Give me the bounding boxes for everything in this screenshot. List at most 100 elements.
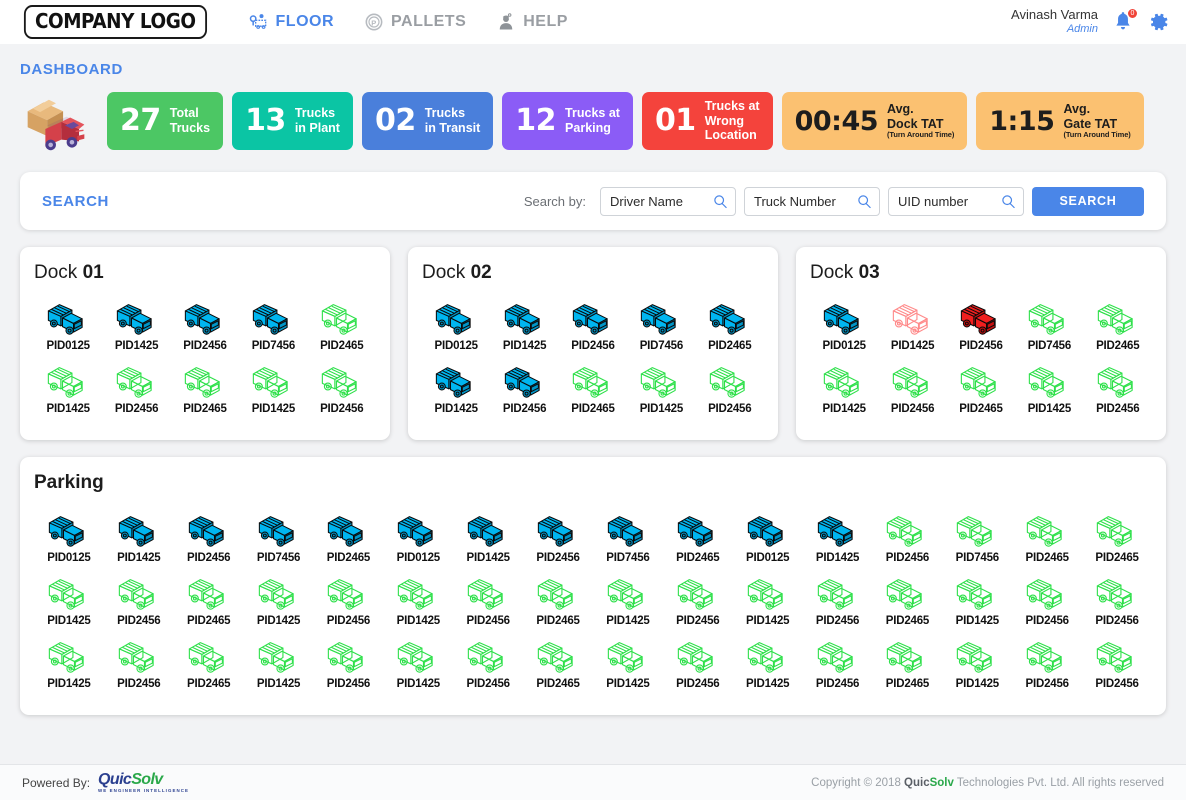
truck-cell[interactable]: PID1425 — [878, 298, 946, 352]
nav-item-help[interactable]: HELP — [496, 12, 568, 32]
truck-cell[interactable]: PID0125 — [810, 298, 878, 352]
company-logo[interactable]: COMPANY LOGO — [23, 5, 207, 39]
truck-cell[interactable]: PID2456 — [803, 636, 873, 690]
truck-cell[interactable]: PID7456 — [1015, 298, 1083, 352]
truck-cell[interactable]: PID2456 — [1012, 636, 1082, 690]
truck-cell[interactable]: PID0125 — [733, 510, 803, 564]
truck-cell[interactable]: PID7456 — [239, 298, 307, 352]
truck-cell[interactable]: PID1425 — [1015, 361, 1083, 415]
truck-cell[interactable]: PID2456 — [696, 361, 764, 415]
truck-cell[interactable]: PID2465 — [873, 636, 943, 690]
truck-cell[interactable]: PID2465 — [174, 573, 244, 627]
truck-cell[interactable]: PID1425 — [593, 573, 663, 627]
truck-cell[interactable]: PID1425 — [244, 636, 314, 690]
truck-cell[interactable]: PID2456 — [663, 573, 733, 627]
truck-cell[interactable]: PID2456 — [453, 636, 523, 690]
truck-cell[interactable]: PID2456 — [947, 298, 1015, 352]
truck-cell[interactable]: PID7456 — [627, 298, 695, 352]
truck-cell[interactable]: PID2465 — [559, 361, 627, 415]
truck-cell[interactable]: PID2456 — [174, 510, 244, 564]
truck-cell[interactable]: PID2465 — [171, 361, 239, 415]
truck-cell[interactable]: PID1425 — [34, 361, 102, 415]
truck-cell[interactable]: PID0125 — [422, 298, 490, 352]
truck-cell[interactable]: PID1425 — [942, 573, 1012, 627]
truck-cell[interactable]: PID2465 — [174, 636, 244, 690]
truck-cell[interactable]: PID0125 — [34, 510, 104, 564]
kpi-total-trucks[interactable]: 27 Total Trucks — [107, 92, 224, 150]
truck-cell[interactable]: PID1425 — [627, 361, 695, 415]
notifications-button[interactable]: 0 — [1112, 7, 1138, 33]
truck-cell[interactable]: PID2456 — [490, 361, 558, 415]
truck-cell[interactable]: PID1425 — [383, 573, 453, 627]
truck-cell[interactable]: PID1425 — [733, 573, 803, 627]
truck-cell[interactable]: PID2465 — [663, 510, 733, 564]
truck-cell[interactable]: PID2465 — [523, 573, 593, 627]
kpi-trucks-in-plant[interactable]: 13 Trucks in Plant — [232, 92, 353, 150]
truck-cell[interactable]: PID2456 — [314, 636, 384, 690]
truck-cell[interactable]: PID7456 — [593, 510, 663, 564]
truck-cell[interactable]: PID2456 — [873, 510, 943, 564]
truck-cell[interactable]: PID2456 — [171, 298, 239, 352]
truck-cell[interactable]: PID1425 — [244, 573, 314, 627]
truck-cell[interactable]: PID2465 — [308, 298, 376, 352]
truck-cell[interactable]: PID1425 — [490, 298, 558, 352]
truck-cell[interactable]: PID2456 — [1082, 636, 1152, 690]
search-submit-button[interactable]: SEARCH — [1032, 186, 1144, 216]
truck-cell[interactable]: PID1425 — [34, 636, 104, 690]
truck-cell[interactable]: PID2456 — [663, 636, 733, 690]
truck-cell[interactable]: PID1425 — [810, 361, 878, 415]
kpi-trucks-wrong-location[interactable]: 01 Trucks at Wrong Location — [641, 92, 773, 150]
truck-cell[interactable]: PID7456 — [942, 510, 1012, 564]
truck-cell[interactable]: PID1425 — [34, 573, 104, 627]
truck-cell[interactable]: PID1425 — [942, 636, 1012, 690]
truck-cell[interactable]: PID2456 — [314, 573, 384, 627]
uid-number-field[interactable] — [888, 186, 1024, 216]
truck-cell[interactable]: PID2465 — [1082, 510, 1152, 564]
nav-item-pallets[interactable]: P PALLETS — [364, 12, 466, 32]
truck-cell[interactable]: PID1425 — [239, 361, 307, 415]
truck-cell[interactable]: PID1425 — [593, 636, 663, 690]
truck-cell[interactable]: PID2456 — [102, 361, 170, 415]
truck-cell[interactable]: PID2456 — [1082, 573, 1152, 627]
truck-cell[interactable]: PID2456 — [104, 636, 174, 690]
truck-cell[interactable]: PID2456 — [878, 361, 946, 415]
truck-cell[interactable]: PID2456 — [803, 573, 873, 627]
kpi-avg-dock-tat[interactable]: 00:45 Avg. Dock TAT (Turn Around Time) — [781, 92, 968, 150]
driver-name-field[interactable] — [600, 186, 736, 216]
truck-cell[interactable]: PID2456 — [104, 573, 174, 627]
truck-number-field[interactable] — [744, 186, 880, 216]
truck-cell[interactable]: PID2465 — [1084, 298, 1152, 352]
truck-cell[interactable]: PID1425 — [453, 510, 523, 564]
truck-pid-label: PID2456 — [708, 403, 752, 415]
user-info[interactable]: Avinash Varma Admin — [1011, 7, 1098, 36]
kpi-avg-gate-tat[interactable]: 1:15 Avg. Gate TAT (Turn Around Time) — [976, 92, 1144, 150]
truck-cell[interactable]: PID2465 — [523, 636, 593, 690]
truck-cell[interactable]: PID2465 — [696, 298, 764, 352]
truck-cell[interactable]: PID2456 — [1084, 361, 1152, 415]
truck-cell[interactable]: PID2456 — [1012, 573, 1082, 627]
truck-cell[interactable]: PID0125 — [34, 298, 102, 352]
truck-cell[interactable]: PID7456 — [244, 510, 314, 564]
truck-pid-label: PID0125 — [746, 552, 790, 564]
truck-cell[interactable]: PID2456 — [559, 298, 627, 352]
settings-button[interactable] — [1148, 11, 1170, 33]
truck-cell[interactable]: PID1425 — [422, 361, 490, 415]
truck-cell[interactable]: PID1425 — [104, 510, 174, 564]
truck-icon — [892, 367, 928, 398]
kpi-trucks-in-transit[interactable]: 02 Trucks in Transit — [361, 92, 494, 150]
truck-cell[interactable]: PID1425 — [733, 636, 803, 690]
truck-cell[interactable]: PID2465 — [1012, 510, 1082, 564]
truck-cell[interactable]: PID2465 — [947, 361, 1015, 415]
truck-pid-label: PID2456 — [676, 615, 720, 627]
truck-cell[interactable]: PID2456 — [523, 510, 593, 564]
nav-item-floor[interactable]: FLOOR — [249, 12, 335, 32]
truck-cell[interactable]: PID2465 — [314, 510, 384, 564]
truck-cell[interactable]: PID1425 — [803, 510, 873, 564]
truck-cell[interactable]: PID1425 — [383, 636, 453, 690]
truck-cell[interactable]: PID2456 — [308, 361, 376, 415]
truck-cell[interactable]: PID2456 — [453, 573, 523, 627]
truck-cell[interactable]: PID1425 — [102, 298, 170, 352]
truck-cell[interactable]: PID2465 — [873, 573, 943, 627]
kpi-trucks-at-parking[interactable]: 12 Trucks at Parking — [502, 92, 633, 150]
truck-cell[interactable]: PID0125 — [383, 510, 453, 564]
